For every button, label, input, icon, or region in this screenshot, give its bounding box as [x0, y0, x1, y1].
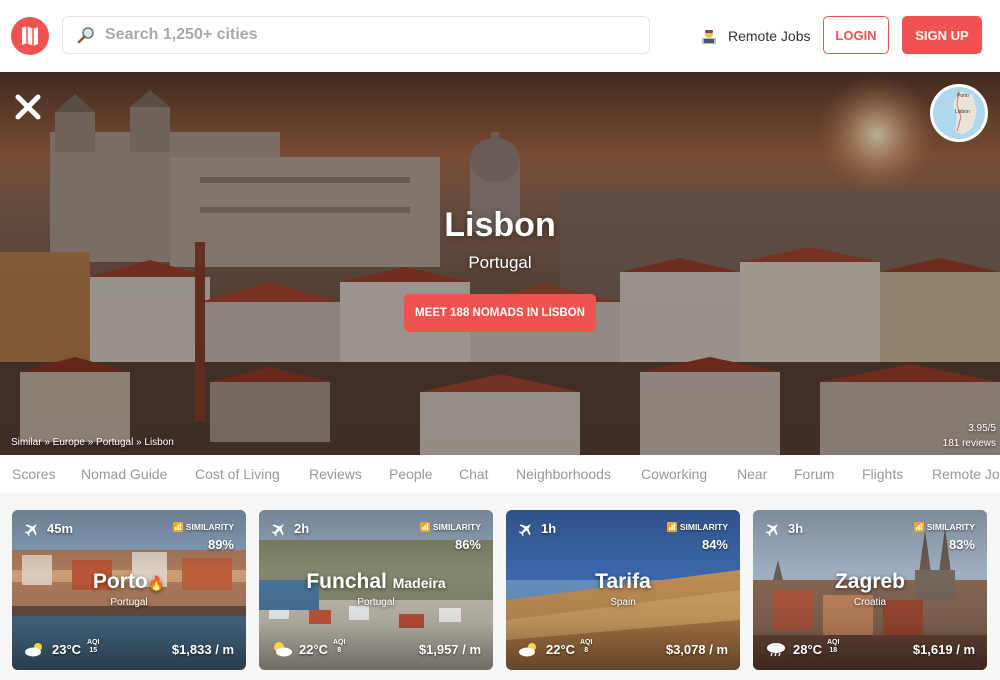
rain-cloud-icon [767, 643, 785, 657]
plane-icon [765, 524, 778, 537]
flight-time: 45m [47, 521, 74, 536]
map-label-lisbon: Lisbon [955, 109, 970, 115]
tab-reviews[interactable]: Reviews [309, 466, 362, 482]
flight-time: 3h [788, 521, 804, 536]
temperature: 28°C [793, 642, 823, 657]
card-country: Spain [610, 597, 636, 608]
partly-cloudy-icon [25, 643, 42, 657]
air-quality: AQI 15 [87, 639, 100, 654]
air-quality: AQI 18 [827, 639, 840, 654]
sun-cloud-icon [274, 642, 292, 657]
map-label-porto: Porto [957, 93, 969, 99]
card-country: Portugal [357, 597, 395, 608]
monthly-cost: $3,078 / m [665, 642, 728, 657]
magnifier-icon [77, 27, 94, 44]
temperature: 23°C [52, 642, 82, 657]
city-card-zagreb[interactable]: 3h SIMILARITY 83% Zagreb Croatia 28°C AQ… [753, 510, 987, 670]
temperature: 22°C [299, 642, 329, 657]
tab-scores[interactable]: Scores [12, 466, 56, 482]
similarity-label: SIMILARITY [172, 522, 234, 532]
card-city-name: Porto🔥 [92, 570, 166, 593]
flight-time: 1h [541, 521, 557, 536]
monthly-cost: $1,957 / m [418, 642, 481, 657]
similarity-label: SIMILARITY [419, 522, 481, 532]
office-worker-icon [702, 30, 716, 44]
tab-nomad-guide[interactable]: Nomad Guide [81, 466, 167, 482]
similarity-value: 89% [207, 537, 234, 552]
search-bar[interactable] [62, 16, 650, 54]
nomad-list-logo-icon[interactable] [11, 17, 49, 55]
city-tabs: Scores Nomad Guide Cost of Living Review… [0, 455, 1000, 495]
tab-cost-of-living[interactable]: Cost of Living [195, 466, 280, 482]
temperature: 22°C [546, 642, 576, 657]
city-card-funchal[interactable]: 2h SIMILARITY 86% Funchal Madeira Portug… [259, 510, 493, 670]
tab-neighborhoods[interactable]: Neighborhoods [516, 466, 611, 482]
monthly-cost: $1,833 / m [171, 642, 234, 657]
card-city-name: Tarifa [595, 570, 651, 593]
chart-icon [419, 522, 430, 532]
tab-coworking[interactable]: Coworking [641, 466, 707, 482]
similarity-value: 86% [454, 537, 481, 552]
city-card-porto[interactable]: 45m SIMILARITY 89% Porto🔥 Portugal 23°C … [12, 510, 246, 670]
meet-nomads-button[interactable]: MEET 188 NOMADS IN LISBON [404, 294, 596, 332]
similarity-label: SIMILARITY [666, 522, 728, 532]
air-quality: AQI 8 [333, 639, 346, 654]
rating-score: 3.95/5 [968, 423, 996, 434]
tab-forum[interactable]: Forum [794, 466, 834, 482]
chart-icon [913, 522, 924, 532]
login-button[interactable]: LOGIN [823, 16, 889, 54]
card-country: Portugal [110, 597, 148, 608]
card-city-name: Zagreb [834, 570, 905, 593]
city-map-thumbnail[interactable]: Porto Lisbon [930, 84, 988, 142]
close-icon[interactable] [13, 92, 43, 122]
air-quality: AQI 8 [580, 639, 593, 654]
top-header: Remote Jobs LOGIN SIGN UP [0, 0, 1000, 72]
similar-cities: 45m SIMILARITY 89% Porto🔥 Portugal 23°C … [0, 495, 1000, 680]
search-input[interactable] [105, 26, 625, 44]
rating-reviews: 181 reviews [942, 438, 996, 449]
tab-remote-jobs[interactable]: Remote Jobs [932, 466, 1000, 482]
breadcrumb[interactable]: Similar » Europe » Portugal » Lisbon [11, 437, 174, 448]
remote-jobs-link[interactable]: Remote Jobs [700, 25, 810, 47]
tab-flights[interactable]: Flights [862, 466, 903, 482]
card-city-name: Funchal Madeira [306, 570, 446, 593]
card-country: Croatia [853, 597, 887, 608]
remote-jobs-label: Remote Jobs [728, 28, 811, 44]
city-card-tarifa[interactable]: 1h SIMILARITY 84% Tarifa Spain 22°C AQI 8… [506, 510, 740, 670]
plane-icon [518, 524, 531, 537]
plane-icon [24, 524, 37, 537]
city-country: Portugal [468, 253, 532, 272]
city-title: Lisbon [444, 206, 556, 244]
city-hero: Porto Lisbon Lisbon Portugal MEET 188 NO… [0, 72, 1000, 455]
monthly-cost: $1,619 / m [912, 642, 975, 657]
similarity-value: 83% [948, 537, 975, 552]
partly-cloudy-icon [519, 643, 536, 657]
tab-people[interactable]: People [389, 466, 433, 482]
plane-icon [271, 524, 284, 537]
chart-icon [172, 522, 183, 532]
flight-time: 2h [294, 521, 310, 536]
tab-chat[interactable]: Chat [459, 466, 489, 482]
chart-icon [666, 522, 677, 532]
similarity-label: SIMILARITY [913, 522, 975, 532]
tab-near[interactable]: Near [737, 466, 767, 482]
city-rating[interactable]: 3.95/5 181 reviews [943, 421, 996, 451]
similarity-value: 84% [701, 537, 728, 552]
signup-button[interactable]: SIGN UP [902, 16, 982, 54]
